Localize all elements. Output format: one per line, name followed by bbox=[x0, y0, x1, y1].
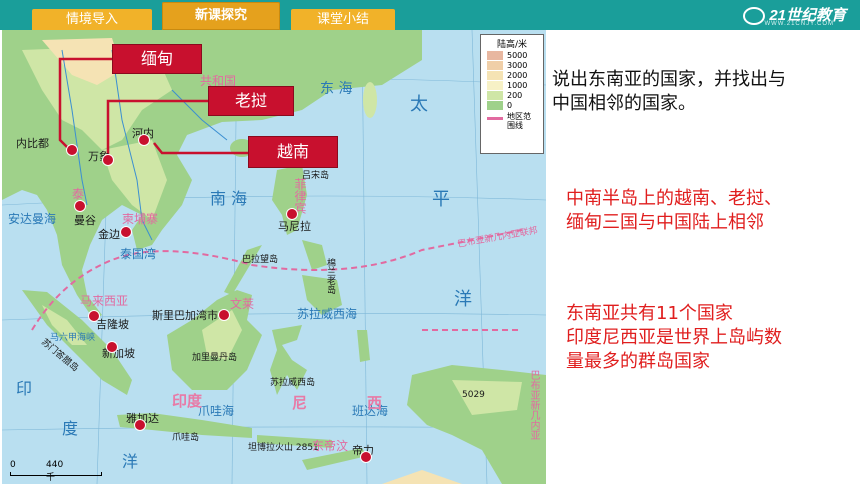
answer2-line-3: 量最多的群岛国家 bbox=[566, 351, 710, 372]
tab-intro[interactable]: 情境导入 bbox=[32, 9, 152, 30]
legend-boundary: 地区范围线 bbox=[481, 112, 543, 132]
question-line-1: 说出东南亚的国家，并找出与 bbox=[552, 69, 786, 90]
capital-dot-bandar bbox=[218, 309, 230, 321]
label-pacific-2: 平 bbox=[432, 189, 450, 210]
capital-dot-dili bbox=[360, 451, 372, 463]
legend-title: 陆高/米 bbox=[496, 40, 528, 50]
tab-summary[interactable]: 课堂小结 bbox=[291, 9, 395, 30]
label-manila: 马尼拉 bbox=[278, 220, 311, 233]
callout-vietnam: 越南 bbox=[248, 136, 338, 168]
label-timor-leste: 东帝汶 bbox=[312, 439, 349, 453]
answer2-line-1: 东南亚共有11个国家 bbox=[566, 303, 733, 324]
label-east-sea: 东 海 bbox=[320, 81, 353, 97]
label-papua: 巴布亚新几内亚 bbox=[528, 370, 539, 440]
legend-row: 0 bbox=[481, 100, 543, 110]
capital-dot-manila bbox=[286, 208, 298, 220]
capital-dot-singapore bbox=[106, 341, 118, 353]
answer1-line-1: 中南半岛上的越南、老挝、 bbox=[566, 188, 782, 209]
label-luzon: 吕宋岛 bbox=[302, 171, 330, 181]
label-kuala-lumpur: 吉隆坡 bbox=[96, 318, 129, 331]
label-nepyidaw: 内比都 bbox=[16, 137, 49, 150]
elevation-legend: 陆高/米 5000 3000 2000 1000 200 0 地区范围线 bbox=[480, 34, 544, 154]
label-java: 爪哇岛 bbox=[172, 433, 200, 443]
label-indian-2: 度 bbox=[62, 419, 79, 438]
scale-bar bbox=[10, 472, 102, 476]
brand-logo-url: WWW.21CNJY.COM bbox=[764, 21, 834, 27]
answer1-line-2: 缅甸三国与中国陆上相邻 bbox=[566, 212, 764, 233]
label-cambodia: 柬埔寨 bbox=[122, 212, 159, 226]
label-indonesia-3: 西 bbox=[367, 394, 383, 412]
label-phnom-penh: 金边 bbox=[98, 228, 120, 241]
label-pacific-1: 太 bbox=[410, 94, 428, 115]
capital-dot-kuala-lumpur bbox=[88, 310, 100, 322]
label-gulf-thailand: 泰国湾 bbox=[120, 247, 157, 261]
label-java-sea: 爪哇海 bbox=[198, 404, 235, 418]
label-indian-3: 洋 bbox=[122, 452, 139, 471]
capital-dot-bangkok bbox=[74, 200, 86, 212]
callout-laos: 老挝 bbox=[208, 86, 294, 116]
label-celebes-sea: 苏拉威西海 bbox=[297, 307, 358, 321]
label-malacca: 马六甲海峡 bbox=[50, 333, 96, 343]
tab-explore[interactable]: 新课探究 bbox=[162, 2, 280, 34]
legend-row: 1000 bbox=[481, 80, 543, 90]
callout-myanmar: 缅甸 bbox=[112, 44, 202, 74]
label-indonesia-1: 印度 bbox=[172, 392, 203, 410]
label-pacific-3: 洋 bbox=[454, 289, 472, 310]
label-brunei: 文莱 bbox=[230, 297, 255, 311]
label-timor-peak: 坦博拉火山 2851 bbox=[248, 443, 319, 453]
label-bandar: 斯里巴加湾市 bbox=[152, 309, 218, 322]
legend-row: 200 bbox=[481, 90, 543, 100]
label-mindanao: 棉兰老岛 bbox=[325, 258, 335, 294]
capital-dot-hanoi bbox=[138, 134, 150, 146]
label-south-china-sea: 南 海 bbox=[210, 189, 248, 208]
label-kalimantan: 加里曼丹岛 bbox=[192, 353, 238, 363]
answer2-line-2: 印度尼西亚是世界上岛屿数 bbox=[566, 327, 782, 348]
label-papua-peak: 5029 bbox=[462, 390, 485, 400]
label-malaysia: 马来西亚 bbox=[80, 294, 129, 308]
label-andaman-sea: 安达曼海 bbox=[8, 212, 57, 226]
southeast-asia-map: 陆高/米 5000 3000 2000 1000 200 0 地区范围线 0 4… bbox=[2, 30, 546, 484]
capital-dot-vientiane bbox=[102, 154, 114, 166]
map-scale: 0 440千米 bbox=[10, 460, 102, 483]
question-line-2: 中国相邻的国家。 bbox=[552, 93, 696, 114]
label-indian-1: 印 bbox=[16, 379, 33, 398]
label-bangkok: 曼谷 bbox=[74, 214, 96, 227]
label-indonesia-2: 尼 bbox=[292, 394, 308, 412]
legend-row: 3000 bbox=[481, 60, 543, 70]
label-palawan: 巴拉望岛 bbox=[242, 255, 279, 265]
capital-dot-nepyidaw bbox=[66, 144, 78, 156]
capital-dot-phnom-penh bbox=[120, 226, 132, 238]
legend-row: 5000 bbox=[481, 50, 543, 60]
top-nav-bar: 情境导入 新课探究 课堂小结 21世纪教育 WWW.21CNJY.COM bbox=[0, 0, 860, 34]
runner-icon bbox=[743, 7, 766, 26]
label-sulawesi: 苏拉威西岛 bbox=[270, 378, 316, 388]
legend-row: 2000 bbox=[481, 70, 543, 80]
capital-dot-jakarta bbox=[134, 419, 146, 431]
